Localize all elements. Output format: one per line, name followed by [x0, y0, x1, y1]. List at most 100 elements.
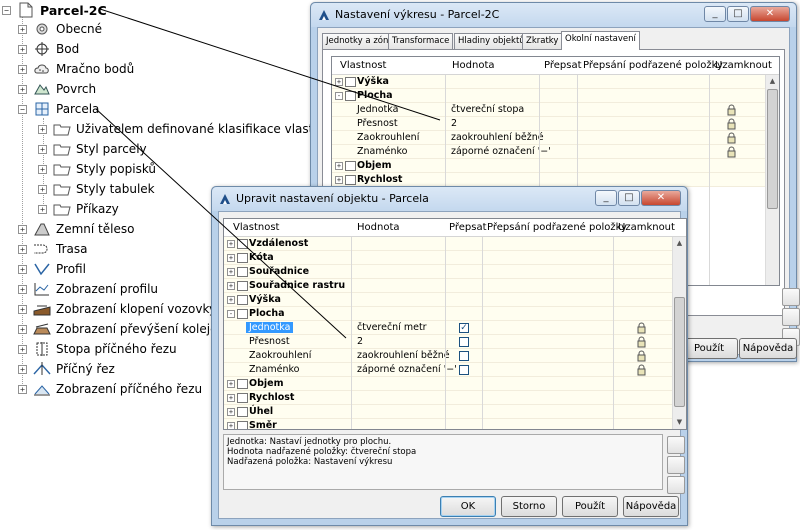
property-group-row[interactable]: + Vzdálenost — [224, 237, 686, 251]
property-group-row[interactable]: + Výška — [224, 293, 686, 307]
property-row[interactable]: Přesnost 2 — [332, 117, 779, 131]
property-name-cell[interactable]: Jednotka — [357, 104, 398, 115]
tree-item-label-styles[interactable]: + Styly popisků — [38, 159, 156, 179]
tree-item-povrch[interactable]: + Povrch — [18, 79, 96, 99]
property-name-cell[interactable]: Přesnost — [357, 118, 398, 129]
minimize-button[interactable]: _ — [704, 6, 726, 22]
collapse-icon[interactable]: - — [227, 310, 235, 318]
property-group-row[interactable]: + Objem — [224, 377, 686, 391]
expand-icon[interactable]: + — [38, 204, 47, 214]
expand-icon[interactable]: + — [335, 162, 343, 170]
expand-icon[interactable]: + — [227, 268, 235, 276]
maximize-button[interactable]: □ — [618, 190, 640, 206]
property-value[interactable]: čtvereční stopa — [451, 104, 524, 115]
property-name-cell[interactable]: Znaménko — [357, 146, 407, 157]
lock-icon[interactable] — [637, 336, 646, 348]
tree-item-bod[interactable]: + Bod — [18, 39, 79, 59]
property-group-row[interactable]: + Výška — [332, 75, 779, 89]
property-row[interactable]: Znaménko záporné označení '−' — [224, 363, 686, 377]
scroll-up-arrow[interactable]: ▲ — [766, 75, 779, 88]
col-property[interactable]: Vlastnost — [340, 60, 386, 71]
maximize-button[interactable]: □ — [727, 6, 749, 22]
tree-item-pricny-rez[interactable]: + Příčný řez — [18, 359, 115, 379]
col-property[interactable]: Vlastnost — [233, 222, 279, 233]
expand-icon[interactable]: + — [38, 184, 47, 194]
expand-icon[interactable]: + — [18, 44, 27, 54]
expand-all-button[interactable] — [782, 288, 800, 306]
tab-object-layers[interactable]: Hladiny objektů — [454, 33, 529, 49]
close-button[interactable]: ✕ — [750, 6, 790, 22]
property-value[interactable]: zaokrouhlení běžné — [357, 350, 450, 361]
expand-icon[interactable]: + — [227, 282, 235, 290]
expand-icon[interactable]: + — [335, 176, 343, 184]
property-group-row[interactable]: + Směr — [224, 419, 686, 429]
tree-root[interactable]: − Parcel-2C — [2, 0, 107, 20]
tree-item-zemni-teleso[interactable]: + Zemní těleso — [18, 219, 134, 239]
tree-item-parcel-style[interactable]: + Styl parcely — [38, 139, 147, 159]
expand-icon[interactable]: + — [38, 164, 47, 174]
col-override[interactable]: Přepsat — [449, 222, 487, 233]
expand-icon[interactable]: + — [335, 78, 343, 86]
title-bar[interactable]: Nastavení výkresu - Parcel-2C _ □ ✕ — [311, 3, 796, 27]
expand-icon[interactable]: + — [18, 344, 27, 354]
expand-icon[interactable]: + — [38, 124, 47, 134]
property-name-cell[interactable]: Jednotka — [246, 322, 294, 333]
lock-icon[interactable] — [727, 104, 736, 116]
expand-icon[interactable]: + — [18, 364, 27, 374]
expand-icon[interactable]: + — [38, 144, 47, 154]
property-row[interactable]: Jednotka čtvereční metr ✓ — [224, 321, 686, 335]
edit-button[interactable] — [667, 476, 685, 494]
property-group-row[interactable]: + Rychlost — [332, 173, 779, 187]
lock-icon[interactable] — [637, 364, 646, 376]
collapse-icon[interactable]: - — [335, 92, 343, 100]
tree-item-commands[interactable]: + Příkazy — [38, 199, 119, 219]
title-bar[interactable]: Upravit nastavení objektu - Parcela _ □ … — [212, 187, 687, 211]
tree-item-property-classes[interactable]: + Uživatelem definované klasifikace vlas… — [38, 119, 343, 139]
expand-icon[interactable]: + — [227, 422, 235, 429]
help-button[interactable]: Nápověda — [623, 496, 679, 517]
tree-item-mracno-bodu[interactable]: + Mračno bodů — [18, 59, 134, 79]
help-button[interactable]: Nápověda — [739, 338, 797, 359]
expand-icon[interactable]: + — [227, 380, 235, 388]
expand-icon[interactable]: + — [18, 244, 27, 254]
expand-icon[interactable]: + — [18, 64, 27, 74]
col-override[interactable]: Přepsat — [544, 60, 582, 71]
collapse-icon[interactable]: − — [18, 104, 27, 114]
property-group-row[interactable]: - Plocha — [224, 307, 686, 321]
tab-units-zones[interactable]: Jednotky a zóny — [322, 33, 398, 49]
property-value[interactable]: záporné označení '−' — [357, 364, 457, 375]
lock-icon[interactable] — [637, 350, 646, 362]
property-name-cell[interactable]: Zaokrouhlení — [249, 350, 311, 361]
scroll-down-arrow[interactable]: ▼ — [673, 416, 686, 429]
tree-item-obecne[interactable]: + Obecné — [18, 19, 102, 39]
collapse-all-button[interactable] — [782, 308, 800, 326]
col-value[interactable]: Hodnota — [357, 222, 400, 233]
expand-icon[interactable]: + — [227, 240, 235, 248]
tree-item-prevyseni[interactable]: + Zobrazení převýšení koleje — [18, 319, 217, 339]
close-button[interactable]: ✕ — [641, 190, 681, 206]
col-lock[interactable]: Uzamknout — [715, 60, 772, 71]
tab-transformation[interactable]: Transformace — [388, 33, 454, 49]
expand-icon[interactable]: + — [18, 24, 27, 34]
property-group-row[interactable]: + Souřadnice — [224, 265, 686, 279]
tree-item-profil[interactable]: + Profil — [18, 259, 86, 279]
expand-all-button[interactable] — [667, 436, 685, 454]
apply-button[interactable]: Použít — [680, 338, 738, 359]
expand-icon[interactable]: + — [227, 394, 235, 402]
lock-icon[interactable] — [637, 322, 646, 334]
expand-icon[interactable]: + — [227, 296, 235, 304]
expand-icon[interactable]: + — [18, 84, 27, 94]
property-group-row[interactable]: + Souřadnice rastru — [224, 279, 686, 293]
expand-icon[interactable]: + — [18, 324, 27, 334]
property-row[interactable]: Zaokrouhlení zaokrouhlení běžné — [332, 131, 779, 145]
lock-icon[interactable] — [727, 146, 736, 158]
vertical-scrollbar[interactable]: ▲ ▼ — [672, 237, 686, 429]
minimize-button[interactable]: _ — [595, 190, 617, 206]
property-row[interactable]: Zaokrouhlení zaokrouhlení běžné — [224, 349, 686, 363]
tab-ambient-settings[interactable]: Okolní nastavení — [561, 31, 640, 50]
property-row[interactable]: Jednotka čtvereční stopa — [332, 103, 779, 117]
scroll-up-arrow[interactable]: ▲ — [673, 237, 686, 250]
tree-item-trasa[interactable]: + Trasa — [18, 239, 87, 259]
property-group-row[interactable]: + Objem — [332, 159, 779, 173]
scroll-thumb[interactable] — [767, 89, 778, 209]
